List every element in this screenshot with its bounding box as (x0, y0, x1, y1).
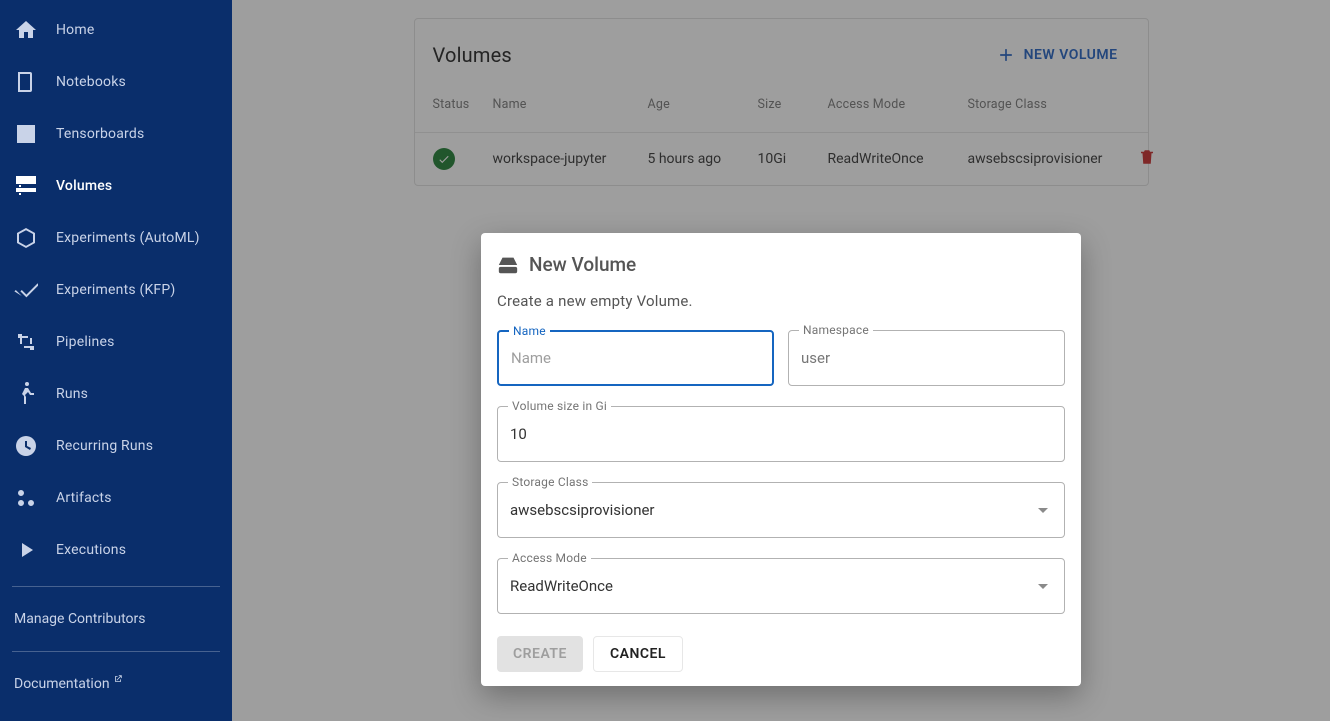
sidebar-documentation[interactable]: Documentation (0, 662, 232, 706)
sidebar-item-label: Experiments (KFP) (56, 282, 175, 298)
field-label: Storage Class (508, 475, 592, 489)
dialog-title: New Volume (497, 253, 1065, 276)
select-value: awsebscsiprovisioner (510, 501, 655, 519)
size-input[interactable] (510, 425, 1052, 443)
namespace-field: Namespace (788, 330, 1065, 386)
size-field: Volume size in Gi (497, 406, 1065, 462)
clock-icon (14, 434, 38, 458)
name-field: Name (497, 330, 774, 386)
field-label: Volume size in Gi (508, 399, 611, 413)
bubble-icon (14, 486, 38, 510)
flow-icon (14, 330, 38, 354)
sidebar-item-tensorboards[interactable]: Tensorboards (0, 108, 232, 160)
sidebar-item-label: Experiments (AutoML) (56, 230, 200, 246)
caret-down-icon (1038, 584, 1048, 589)
access-mode-select[interactable]: Access Mode ReadWriteOnce (497, 558, 1065, 614)
sidebar-item-notebooks[interactable]: Notebooks (0, 56, 232, 108)
sidebar-item-label: Home (56, 22, 94, 38)
field-label: Name (509, 324, 550, 338)
sidebar-item-label: Recurring Runs (56, 438, 153, 454)
sidebar-item-experiments-automl[interactable]: Experiments (AutoML) (0, 212, 232, 264)
sidebar-item-executions[interactable]: Executions (0, 524, 232, 576)
done-all-icon (14, 278, 38, 302)
book-icon (14, 70, 38, 94)
namespace-input (801, 349, 1052, 367)
storage-class-select[interactable]: Storage Class awsebscsiprovisioner (497, 482, 1065, 538)
sidebar-item-label: Runs (56, 386, 88, 402)
main: Volumes NEW VOLUME Status Name Age Size … (232, 0, 1330, 721)
sidebar-item-label: Executions (56, 542, 126, 558)
sidebar-item-home[interactable]: Home (0, 4, 232, 56)
external-link-icon (113, 672, 123, 688)
play-icon (14, 538, 38, 562)
sidebar-item-label: Pipelines (56, 334, 115, 350)
sidebar-item-volumes[interactable]: Volumes (0, 160, 232, 212)
sidebar-item-recurring-runs[interactable]: Recurring Runs (0, 420, 232, 472)
field-label: Access Mode (508, 551, 591, 565)
run-icon (14, 382, 38, 406)
separator (12, 586, 220, 587)
sidebar: Home Notebooks Tensorboards Volumes Expe… (0, 0, 232, 721)
create-button: CREATE (497, 636, 583, 672)
dialog-subtitle: Create a new empty Volume. (497, 292, 1065, 310)
field-label: Namespace (799, 323, 873, 337)
home-icon (14, 18, 38, 42)
drive-icon (497, 254, 519, 276)
storage-icon (14, 174, 38, 198)
sidebar-item-pipelines[interactable]: Pipelines (0, 316, 232, 368)
chart-icon (14, 122, 38, 146)
storage-class-field: Storage Class awsebscsiprovisioner (497, 482, 1065, 538)
cancel-button[interactable]: CANCEL (593, 636, 683, 672)
sidebar-manage-contributors[interactable]: Manage Contributors (0, 597, 232, 641)
sidebar-item-artifacts[interactable]: Artifacts (0, 472, 232, 524)
sidebar-item-label: Tensorboards (56, 126, 144, 142)
separator (12, 651, 220, 652)
sidebar-item-experiments-kfp[interactable]: Experiments (KFP) (0, 264, 232, 316)
select-value: ReadWriteOnce (510, 577, 613, 595)
modal-overlay[interactable]: New Volume Create a new empty Volume. Na… (232, 0, 1330, 721)
sidebar-item-label: Artifacts (56, 490, 112, 506)
access-mode-field: Access Mode ReadWriteOnce (497, 558, 1065, 614)
sidebar-item-runs[interactable]: Runs (0, 368, 232, 420)
name-input[interactable] (511, 349, 760, 367)
new-volume-dialog: New Volume Create a new empty Volume. Na… (481, 233, 1081, 686)
caret-down-icon (1038, 508, 1048, 513)
sidebar-item-label: Volumes (56, 178, 112, 194)
sidebar-item-label: Notebooks (56, 74, 126, 90)
box-icon (14, 226, 38, 250)
